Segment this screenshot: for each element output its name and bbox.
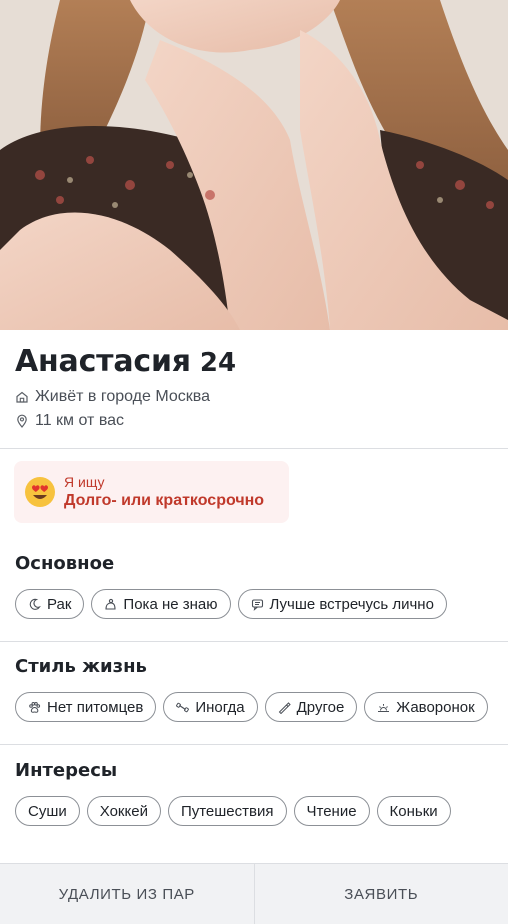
chip-interest[interactable]: Коньки (376, 796, 451, 826)
report-button[interactable]: ЗАЯВИТЬ (253, 864, 508, 924)
chip-sport[interactable]: Иногда (163, 692, 258, 722)
location-pin-icon (17, 414, 27, 428)
divider (0, 744, 508, 745)
chip-interest[interactable]: Путешествия (167, 796, 287, 826)
divider (0, 448, 508, 449)
seeking-value: Долго- или краткосрочно (64, 492, 265, 509)
chip-pets[interactable]: Нет питомцев (15, 692, 157, 722)
distance-row: 11 км от вас (15, 412, 493, 430)
chat-icon (251, 598, 263, 611)
chip-list: Рак Пока не знаю Лучше встречусь лично (15, 589, 493, 619)
chip-interest[interactable]: Чтение (293, 796, 370, 826)
chip-label: Нет питомцев (47, 698, 144, 716)
paw-icon (29, 701, 41, 713)
profile-photo[interactable] (0, 0, 508, 330)
chip-interest[interactable]: Суши (15, 796, 80, 826)
baby-icon (105, 598, 116, 610)
chip-children[interactable]: Пока не знаю (91, 589, 231, 619)
profile-header: Анастасия 24 Живёт в городе Москва 11 км… (15, 344, 493, 430)
section-lifestyle: Стиль жизнь Нет питомцев Иногда Другое Ж… (15, 656, 493, 722)
cigarette-icon (278, 701, 291, 714)
chip-label: Жаворонок (396, 698, 475, 716)
profile-age: 24 (199, 348, 237, 378)
profile-photo-image (0, 0, 508, 330)
chip-label: Другое (296, 698, 345, 716)
section-title: Основное (15, 553, 115, 574)
chip-label: Рак (47, 595, 72, 613)
chip-list: Суши Хоккей Путешествия Чтение Коньки (15, 796, 493, 826)
city-row: Живёт в городе Москва (15, 388, 493, 406)
chip-label: Лучше встречусь лично (269, 595, 434, 613)
section-title: Интересы (15, 760, 118, 781)
chip-chronotype[interactable]: Жаворонок (364, 692, 488, 722)
chip-interest[interactable]: Хоккей (86, 796, 161, 826)
section-basic: Основное Рак Пока не знаю Лучше встречус… (15, 553, 493, 619)
profile-name: Анастасия (15, 344, 191, 379)
heart-eyes-emoji-icon (25, 477, 55, 507)
profile-distance: 11 км от вас (35, 412, 125, 429)
remove-from-matches-button[interactable]: УДАЛИТЬ ИЗ ПАР (0, 864, 254, 924)
chip-list: Нет питомцев Иногда Другое Жаворонок (15, 692, 493, 722)
chip-label: Иногда (195, 698, 245, 716)
name-row: Анастасия 24 (15, 344, 493, 379)
chip-smoking[interactable]: Другое (264, 692, 358, 722)
section-title: Стиль жизнь (15, 656, 147, 677)
sunrise-icon (378, 703, 390, 712)
seeking-text: Я ищу Долго- или краткосрочно (64, 474, 264, 510)
chip-communication[interactable]: Лучше встречусь лично (237, 589, 447, 619)
seeking-label: Я ищу (64, 474, 105, 490)
profile-city: Живёт в городе Москва (35, 388, 210, 405)
seeking-card: Я ищу Долго- или краткосрочно (14, 461, 289, 523)
moon-icon (29, 598, 41, 610)
dumbbell-icon (176, 702, 190, 712)
section-interests: Интересы Суши Хоккей Путешествия Чтение … (15, 760, 493, 826)
chip-label: Пока не знаю (123, 595, 218, 613)
chip-zodiac[interactable]: Рак (15, 589, 85, 619)
footer-actions: УДАЛИТЬ ИЗ ПАР ЗАЯВИТЬ (0, 863, 508, 924)
divider (0, 641, 508, 642)
home-icon (16, 391, 28, 403)
